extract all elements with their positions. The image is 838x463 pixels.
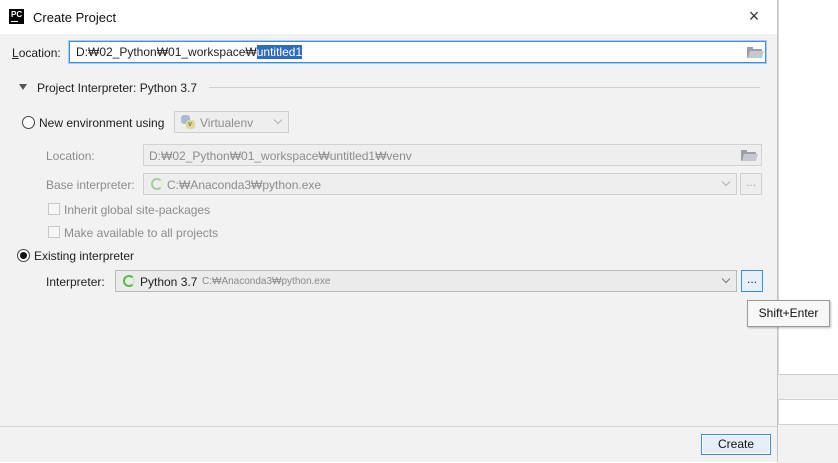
- venv-location-label: Location:: [46, 149, 95, 163]
- section-title[interactable]: Project Interpreter: Python 3.7: [37, 81, 197, 95]
- loading-spinner-icon: [151, 178, 163, 190]
- environment-tool-select[interactable]: v Virtualenv: [174, 111, 289, 133]
- close-icon[interactable]: ×: [744, 6, 764, 26]
- footer-divider: [0, 426, 777, 427]
- title-bar: PC Create Project ×: [0, 0, 777, 34]
- section-divider: [209, 87, 760, 88]
- chevron-down-icon: [273, 115, 283, 125]
- make-available-label[interactable]: Make available to all projects: [64, 226, 218, 240]
- triangle-down-icon[interactable]: [19, 84, 27, 90]
- chevron-down-icon: [721, 274, 731, 284]
- interpreter-path: C:₩Anaconda3₩python.exe: [202, 276, 331, 287]
- interpreter-label: Interpreter:: [46, 275, 105, 289]
- base-interpreter-browse-button[interactable]: ...: [740, 173, 762, 195]
- location-value-prefix: D:₩02_Python₩01_workspace₩: [76, 45, 257, 59]
- folder-icon[interactable]: [741, 150, 758, 161]
- background-toolbar: [778, 374, 838, 400]
- location-value-selected: untitled1: [256, 45, 303, 59]
- existing-interpreter-label[interactable]: Existing interpreter: [34, 249, 134, 263]
- folder-icon[interactable]: [747, 47, 764, 58]
- make-available-checkbox[interactable]: [48, 226, 60, 238]
- shortcut-tooltip: Shift+Enter: [747, 300, 830, 327]
- location-input[interactable]: D:₩02_Python₩01_workspace₩untitled1: [69, 41, 766, 63]
- inherit-packages-label[interactable]: Inherit global site-packages: [64, 203, 210, 217]
- interpreter-name: Python 3.7: [140, 275, 198, 289]
- inherit-packages-checkbox[interactable]: [48, 203, 60, 215]
- window-title: Create Project: [33, 10, 117, 25]
- chevron-down-icon: [721, 177, 731, 187]
- environment-tool-value: Virtualenv: [200, 116, 254, 130]
- virtualenv-python-icon: v: [181, 115, 195, 129]
- loading-spinner-icon: [123, 275, 135, 287]
- new-environment-label[interactable]: New environment using: [39, 116, 164, 130]
- base-interpreter-select[interactable]: C:₩Anaconda3₩python.exe: [143, 173, 737, 195]
- existing-interpreter-radio[interactable]: [17, 249, 30, 262]
- create-button[interactable]: Create: [701, 434, 771, 455]
- background-statusbar: [778, 424, 838, 463]
- interpreter-browse-button[interactable]: ...: [741, 270, 763, 292]
- pycharm-app-icon: PC: [9, 9, 24, 24]
- base-interpreter-label: Base interpreter:: [46, 178, 135, 192]
- venv-location-input[interactable]: D:₩02_Python₩01_workspace₩untitled1₩venv: [143, 144, 762, 166]
- base-interpreter-value: C:₩Anaconda3₩python.exe: [167, 178, 322, 192]
- venv-location-value: D:₩02_Python₩01_workspace₩untitled1₩venv: [149, 149, 412, 163]
- interpreter-select[interactable]: Python 3.7 C:₩Anaconda3₩python.exe: [115, 270, 737, 292]
- location-label: Location:: [12, 46, 61, 60]
- create-project-dialog: PC Create Project × Location: D:₩02_Pyth…: [0, 0, 778, 462]
- new-environment-radio[interactable]: [22, 116, 35, 129]
